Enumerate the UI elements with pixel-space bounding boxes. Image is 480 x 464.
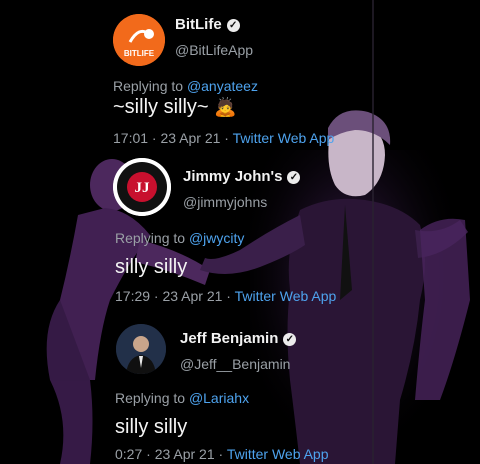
tweet-meta: 17:29 · 23 Apr 21 · Twitter Web App xyxy=(115,288,336,304)
reply-mention-link[interactable]: @anyateez xyxy=(187,78,258,94)
profile-photo-icon xyxy=(116,324,166,374)
user-handle[interactable]: @jimmyjohns xyxy=(183,194,267,210)
bitlife-avatar[interactable]: BITLIFE xyxy=(113,14,165,66)
reply-mention-link[interactable]: @Lariahx xyxy=(189,390,249,406)
tweet-source-link[interactable]: Twitter Web App xyxy=(233,130,335,146)
svg-text:JJ: JJ xyxy=(135,180,151,196)
display-name-text: BitLife xyxy=(175,16,222,33)
tweet-text-content: ~silly silly~ xyxy=(113,96,209,118)
person-bowing-emoji: 🙇 xyxy=(214,97,237,117)
display-name-text: Jeff Benjamin xyxy=(180,330,279,347)
jeffbenjamin-avatar[interactable] xyxy=(116,324,166,374)
jimmyjohns-avatar[interactable]: JJ xyxy=(113,158,171,216)
user-handle[interactable]: @Jeff__Benjamin xyxy=(180,356,290,372)
svg-text:BITLIFE: BITLIFE xyxy=(124,49,155,58)
display-name[interactable]: Jeff Benjamin ✓ xyxy=(180,330,297,347)
replying-to-line: Replying to @Lariahx xyxy=(115,390,249,406)
tweet-text: ~silly silly~ 🙇 xyxy=(113,96,237,119)
tweet-jimmyjohns[interactable]: JJ Jimmy John's ✓ @jimmyjohns Replying to… xyxy=(0,150,480,310)
verified-badge-icon: ✓ xyxy=(287,171,301,184)
tweet-text: silly silly xyxy=(115,256,188,278)
tweet-source-link[interactable]: Twitter Web App xyxy=(235,288,337,304)
verified-badge-icon: ✓ xyxy=(283,333,297,346)
tweet-text: silly silly xyxy=(115,416,188,438)
user-handle[interactable]: @BitLifeApp xyxy=(175,42,253,58)
tweet-source-link[interactable]: Twitter Web App xyxy=(227,446,329,462)
tweet-timestamp[interactable]: 17:01 · 23 Apr 21 · xyxy=(113,130,229,146)
video-frame: BITLIFE BitLife ✓ @BitLifeApp Replying to… xyxy=(0,0,480,464)
reply-mention-link[interactable]: @jwycity xyxy=(189,230,244,246)
display-name-text: Jimmy John's xyxy=(183,168,283,185)
tweet-jeffbenjamin[interactable]: Jeff Benjamin ✓ @Jeff__Benjamin Replying … xyxy=(0,310,480,464)
replying-prefix: Replying to xyxy=(113,78,184,94)
tweet-timestamp[interactable]: 17:29 · 23 Apr 21 · xyxy=(115,288,231,304)
tweet-meta: 17:01 · 23 Apr 21 · Twitter Web App xyxy=(113,130,334,146)
tweet-timestamp[interactable]: 0:27 · 23 Apr 21 · xyxy=(115,446,223,462)
tweet-bitlife[interactable]: BITLIFE BitLife ✓ @BitLifeApp Replying to… xyxy=(0,0,480,150)
display-name[interactable]: Jimmy John's ✓ xyxy=(183,168,301,185)
replying-to-line: Replying to @jwycity xyxy=(115,230,244,246)
jimmyjohns-logo-icon: JJ xyxy=(113,158,171,216)
tweet-meta: 0:27 · 23 Apr 21 · Twitter Web App xyxy=(115,446,329,462)
replying-prefix: Replying to xyxy=(115,390,186,406)
replying-prefix: Replying to xyxy=(115,230,186,246)
display-name[interactable]: BitLife ✓ xyxy=(175,16,240,33)
bitlife-logo-icon: BITLIFE xyxy=(113,14,165,66)
verified-badge-icon: ✓ xyxy=(226,19,240,32)
replying-to-line: Replying to @anyateez xyxy=(113,78,258,94)
